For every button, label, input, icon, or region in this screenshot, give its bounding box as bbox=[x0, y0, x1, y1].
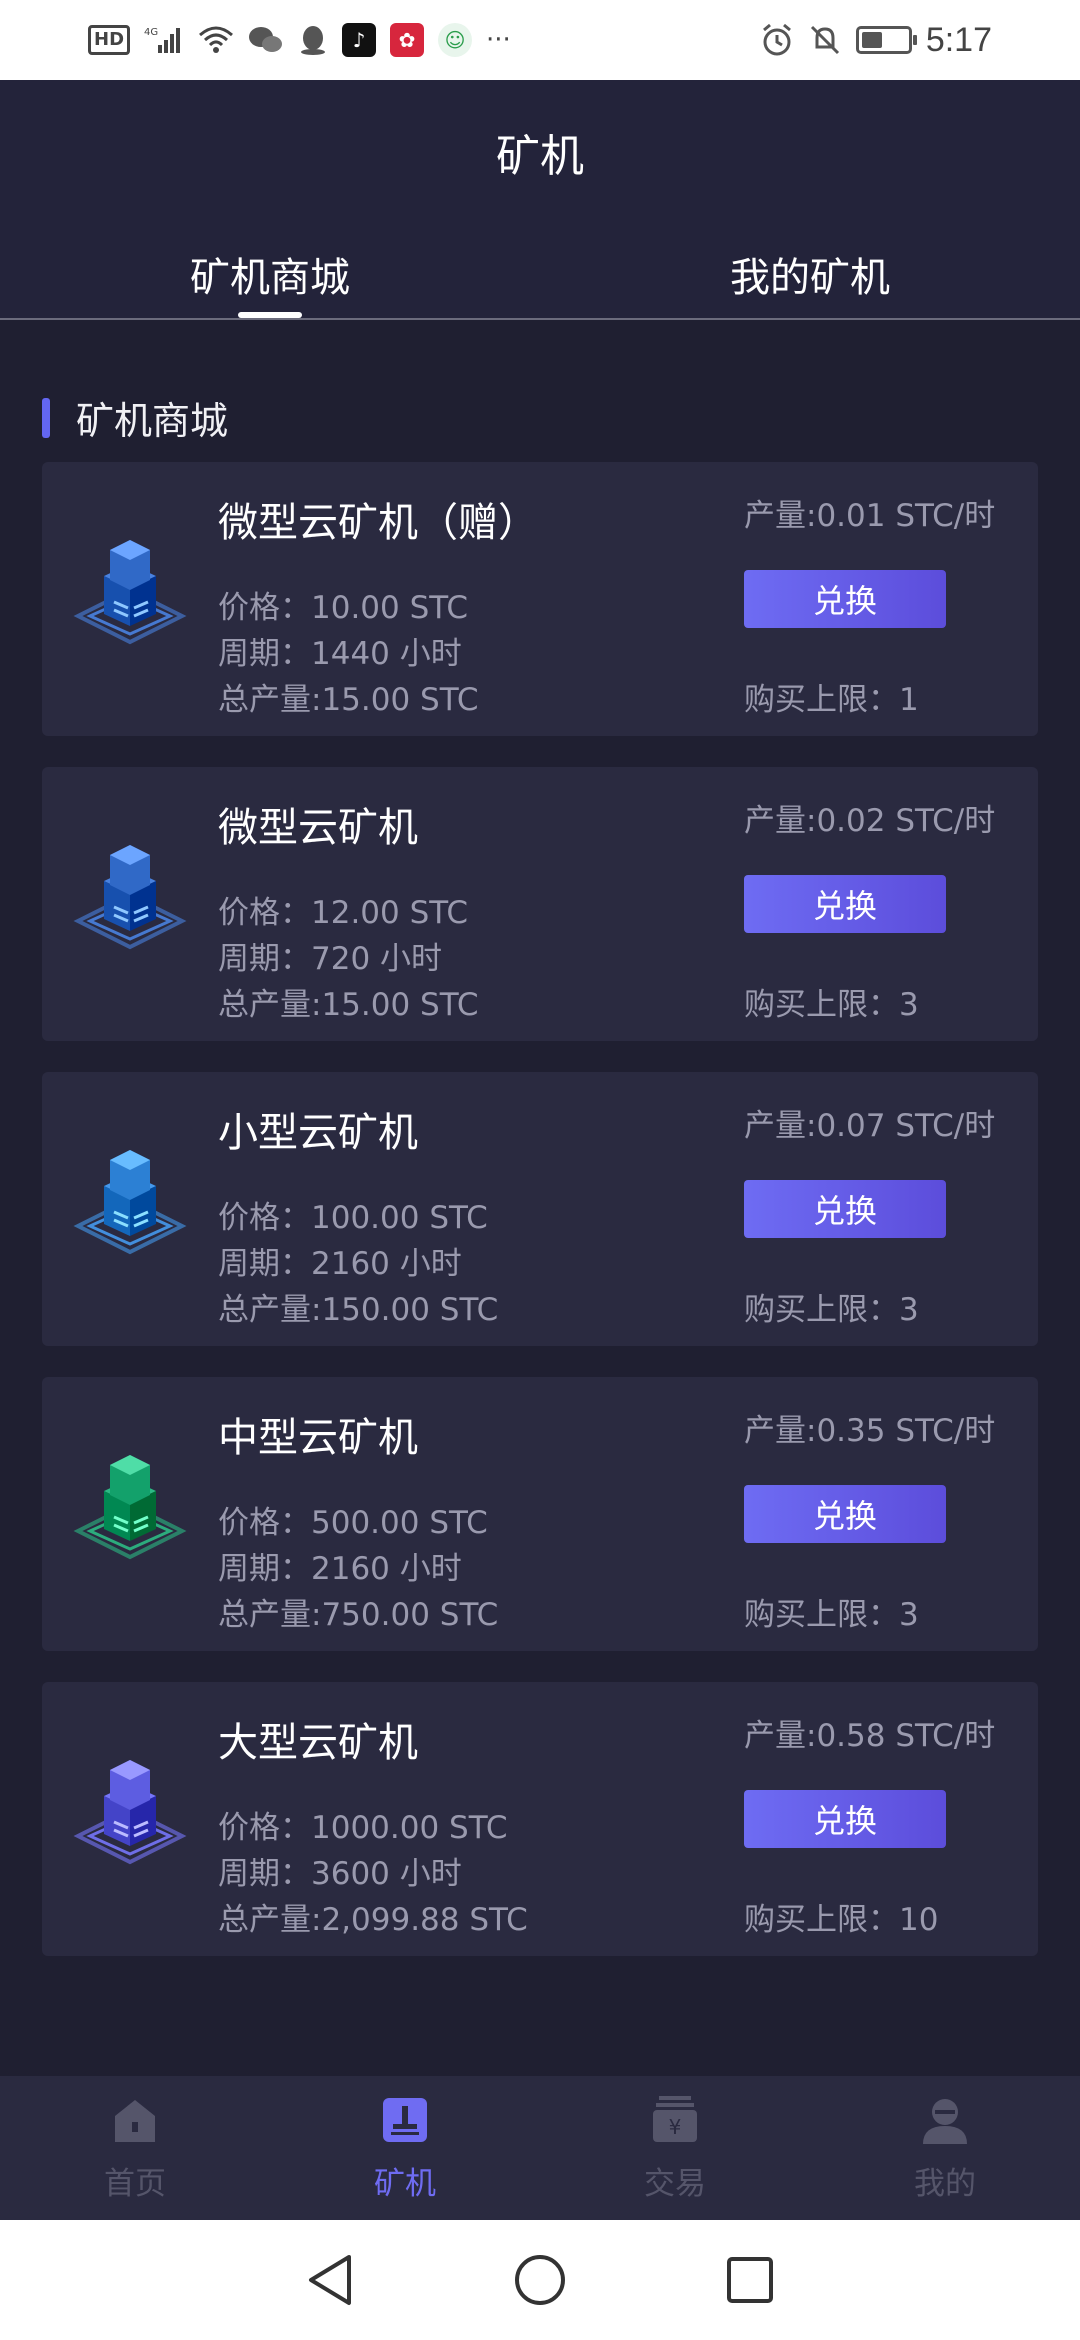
alarm-icon bbox=[760, 23, 794, 57]
svg-text:¥: ¥ bbox=[669, 2115, 682, 2139]
tab-miner-store[interactable]: 矿机商城 bbox=[0, 245, 540, 320]
status-bar: HD 4G ♪ ✿ ☺ ··· 5:17 bbox=[0, 0, 1080, 80]
back-icon[interactable] bbox=[300, 2250, 360, 2310]
machine-total-output: 总产量:150.00 STC bbox=[218, 1292, 499, 1328]
qq-icon bbox=[298, 24, 328, 56]
machine-list: 微型云矿机（赠） 价格：10.00 STC 周期：1440 小时 总产量:15.… bbox=[42, 462, 1038, 1987]
machine-card: 微型云矿机（赠） 价格：10.00 STC 周期：1440 小时 总产量:15.… bbox=[42, 462, 1038, 736]
app-header: 矿机 矿机商城 我的矿机 bbox=[0, 80, 1080, 320]
page-title: 矿机 bbox=[496, 131, 584, 182]
machine-name: 小型云矿机 bbox=[218, 1110, 418, 1156]
section-accent-bar bbox=[42, 397, 50, 438]
status-icons-right: 5:17 bbox=[760, 21, 992, 60]
machine-price: 价格：10.00 STC bbox=[218, 590, 469, 626]
exchange-button[interactable]: 兑换 bbox=[744, 570, 946, 628]
tab-bar: 矿机商城 我的矿机 bbox=[0, 245, 1080, 320]
machine-period: 周期：720 小时 bbox=[218, 941, 443, 977]
purchase-limit: 购买上限：1 bbox=[744, 682, 919, 718]
machine-card: 大型云矿机 价格：1000.00 STC 周期：3600 小时 总产量:2,09… bbox=[42, 1682, 1038, 1956]
mute-bell-icon bbox=[808, 23, 842, 57]
app-red-icon: ✿ bbox=[390, 23, 425, 57]
status-icons-left: HD 4G ♪ ✿ ☺ ··· bbox=[88, 23, 511, 57]
machine-period: 周期：3600 小时 bbox=[218, 1856, 462, 1892]
nav-home-label: 首页 bbox=[104, 2166, 166, 2202]
purchase-limit: 购买上限：3 bbox=[744, 1292, 919, 1328]
server-cube-icon bbox=[73, 540, 187, 645]
home-circle-icon[interactable] bbox=[510, 2250, 570, 2310]
machine-price: 价格：1000.00 STC bbox=[218, 1810, 508, 1846]
svg-text:4G: 4G bbox=[144, 27, 158, 38]
machine-hourly-output: 产量:0.58 STC/时 bbox=[744, 1718, 996, 1754]
machine-period: 周期：2160 小时 bbox=[218, 1551, 462, 1587]
machine-price: 价格：500.00 STC bbox=[218, 1505, 488, 1541]
purchase-limit: 购买上限：3 bbox=[744, 987, 919, 1023]
machine-card: 中型云矿机 价格：500.00 STC 周期：2160 小时 总产量:750.0… bbox=[42, 1377, 1038, 1651]
nav-miner-label: 矿机 bbox=[374, 2166, 436, 2202]
machine-card: 微型云矿机 价格：12.00 STC 周期：720 小时 总产量:15.00 S… bbox=[42, 767, 1038, 1041]
status-time: 5:17 bbox=[925, 20, 992, 59]
section-title: 矿机商城 bbox=[76, 399, 229, 443]
exchange-button[interactable]: 兑换 bbox=[744, 1180, 946, 1238]
machine-hourly-output: 产量:0.02 STC/时 bbox=[744, 803, 996, 839]
machine-card: 小型云矿机 价格：100.00 STC 周期：2160 小时 总产量:150.0… bbox=[42, 1072, 1038, 1346]
server-cube-icon bbox=[73, 1455, 187, 1560]
machine-name: 微型云矿机（赠） bbox=[218, 500, 538, 546]
exchange-button[interactable]: 兑换 bbox=[744, 1790, 946, 1848]
machine-total-output: 总产量:15.00 STC bbox=[218, 987, 479, 1023]
machine-period: 周期：2160 小时 bbox=[218, 1246, 462, 1282]
machine-price: 价格：100.00 STC bbox=[218, 1200, 488, 1236]
machine-hourly-output: 产量:0.01 STC/时 bbox=[744, 498, 996, 534]
tab-my-miners[interactable]: 我的矿机 bbox=[540, 245, 1080, 320]
nav-trade-label: 交易 bbox=[644, 2166, 706, 2202]
server-cube-icon bbox=[73, 845, 187, 950]
recents-icon[interactable] bbox=[720, 2250, 780, 2310]
trade-icon: ¥ bbox=[653, 2096, 697, 2142]
machine-hourly-output: 产量:0.35 STC/时 bbox=[744, 1413, 996, 1449]
machine-name: 中型云矿机 bbox=[218, 1415, 418, 1461]
machine-total-output: 总产量:2,099.88 STC bbox=[218, 1902, 528, 1938]
more-notifications-icon: ··· bbox=[486, 25, 511, 55]
purchase-limit: 购买上限：3 bbox=[744, 1597, 919, 1633]
bottom-nav: 首页 矿机 ¥ 交易 我的 bbox=[0, 2076, 1080, 2220]
machine-name: 微型云矿机 bbox=[218, 805, 418, 851]
nav-profile-label: 我的 bbox=[914, 2166, 976, 2202]
tiktok-icon: ♪ bbox=[342, 23, 377, 57]
section-header: 矿机商城 bbox=[42, 390, 228, 445]
nav-trade[interactable]: ¥ 交易 bbox=[540, 2076, 810, 2220]
purchase-limit: 购买上限：10 bbox=[744, 1902, 939, 1938]
machine-total-output: 总产量:750.00 STC bbox=[218, 1597, 499, 1633]
machine-price: 价格：12.00 STC bbox=[218, 895, 469, 931]
server-cube-icon bbox=[73, 1760, 187, 1865]
battery-icon bbox=[855, 26, 917, 54]
tab-divider bbox=[0, 318, 1080, 320]
nav-profile[interactable]: 我的 bbox=[810, 2076, 1080, 2220]
signal-icon: 4G bbox=[144, 25, 184, 55]
machine-name: 大型云矿机 bbox=[218, 1720, 418, 1766]
wifi-icon bbox=[198, 25, 234, 55]
machine-period: 周期：1440 小时 bbox=[218, 636, 462, 672]
app-green-icon: ☺ bbox=[438, 23, 473, 57]
exchange-button[interactable]: 兑换 bbox=[744, 875, 946, 933]
nav-home[interactable]: 首页 bbox=[0, 2076, 270, 2220]
hd-icon: HD bbox=[88, 25, 131, 55]
server-cube-icon bbox=[73, 1150, 187, 1255]
machine-total-output: 总产量:15.00 STC bbox=[218, 682, 479, 718]
system-nav-bar bbox=[0, 2220, 1080, 2340]
nav-miner[interactable]: 矿机 bbox=[270, 2076, 540, 2220]
exchange-button[interactable]: 兑换 bbox=[744, 1485, 946, 1543]
home-icon bbox=[115, 2100, 155, 2142]
wechat-icon bbox=[248, 25, 284, 55]
profile-icon bbox=[923, 2099, 967, 2144]
machine-hourly-output: 产量:0.07 STC/时 bbox=[744, 1108, 996, 1144]
miner-icon bbox=[383, 2098, 427, 2142]
